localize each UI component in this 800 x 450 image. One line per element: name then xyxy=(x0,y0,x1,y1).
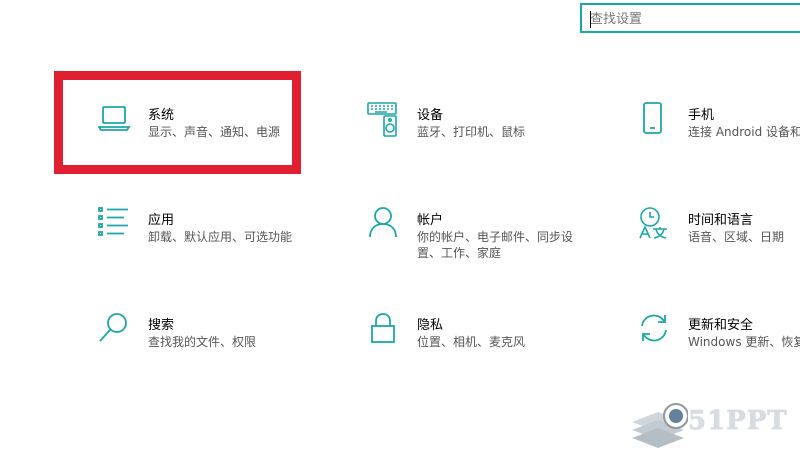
time-language-icon xyxy=(638,207,674,243)
search-icon xyxy=(98,312,134,348)
tile-devices[interactable]: 设备 蓝牙、打印机、鼠标 xyxy=(367,102,617,172)
tile-description-line2: 置、工作、家庭 xyxy=(417,246,502,260)
settings-home: 系统 显示、声音、通知、电源 设备 蓝牙、打印机、鼠标 手机 连接 Androi… xyxy=(0,0,800,450)
sync-icon xyxy=(638,312,674,348)
phone-icon xyxy=(638,102,674,138)
text-caret xyxy=(590,11,591,28)
tile-description: 卸载、默认应用、可选功能 xyxy=(148,230,293,244)
tile-phone[interactable]: 手机 连接 Android 设备和 xyxy=(638,102,800,172)
logo-icon xyxy=(628,403,689,450)
tile-description: Windows 更新、恢复 xyxy=(688,335,800,349)
tile-system[interactable]: 系统 显示、声音、通知、电源 xyxy=(98,102,348,172)
tile-accounts[interactable]: 帐户 你的帐户、电子邮件、同步设 置、工作、家庭 xyxy=(367,207,617,277)
tile-description: 查找我的文件、权限 xyxy=(148,335,257,349)
tile-description: 位置、相机、麦克风 xyxy=(417,335,526,349)
lock-icon xyxy=(367,312,403,348)
laptop-icon xyxy=(98,102,134,138)
person-icon xyxy=(367,207,403,243)
tile-description: 你的帐户、电子邮件、同步设 xyxy=(417,230,574,244)
tile-search[interactable]: 搜索 查找我的文件、权限 xyxy=(98,312,348,382)
search-box[interactable] xyxy=(580,3,800,33)
tile-privacy[interactable]: 隐私 位置、相机、麦克风 xyxy=(367,312,617,382)
watermark-text: 51PPT xyxy=(688,406,788,436)
tile-title: 帐户 xyxy=(417,213,444,228)
tile-title: 应用 xyxy=(148,213,175,228)
tile-update-security[interactable]: 更新和安全 Windows 更新、恢复 xyxy=(638,312,800,382)
search-input[interactable] xyxy=(590,9,790,29)
tile-apps[interactable]: 应用 卸载、默认应用、可选功能 xyxy=(98,207,348,277)
tile-description: 语音、区域、日期 xyxy=(688,230,785,244)
tile-title: 手机 xyxy=(688,108,715,123)
tile-description: 显示、声音、通知、电源 xyxy=(148,125,281,139)
watermark: 51PPT xyxy=(628,400,800,450)
tile-time-language[interactable]: 时间和语言 语音、区域、日期 xyxy=(638,207,800,277)
apps-list-icon xyxy=(98,207,134,243)
tile-title: 时间和语言 xyxy=(688,213,754,228)
keyboard-speaker-icon xyxy=(367,102,403,138)
tile-description: 蓝牙、打印机、鼠标 xyxy=(417,125,526,139)
tile-title: 更新和安全 xyxy=(688,318,754,333)
tile-title: 隐私 xyxy=(417,318,444,333)
tile-title: 系统 xyxy=(148,108,175,123)
tile-title: 设备 xyxy=(417,108,444,123)
tile-description: 连接 Android 设备和 xyxy=(688,125,800,139)
tile-title: 搜索 xyxy=(148,318,175,333)
